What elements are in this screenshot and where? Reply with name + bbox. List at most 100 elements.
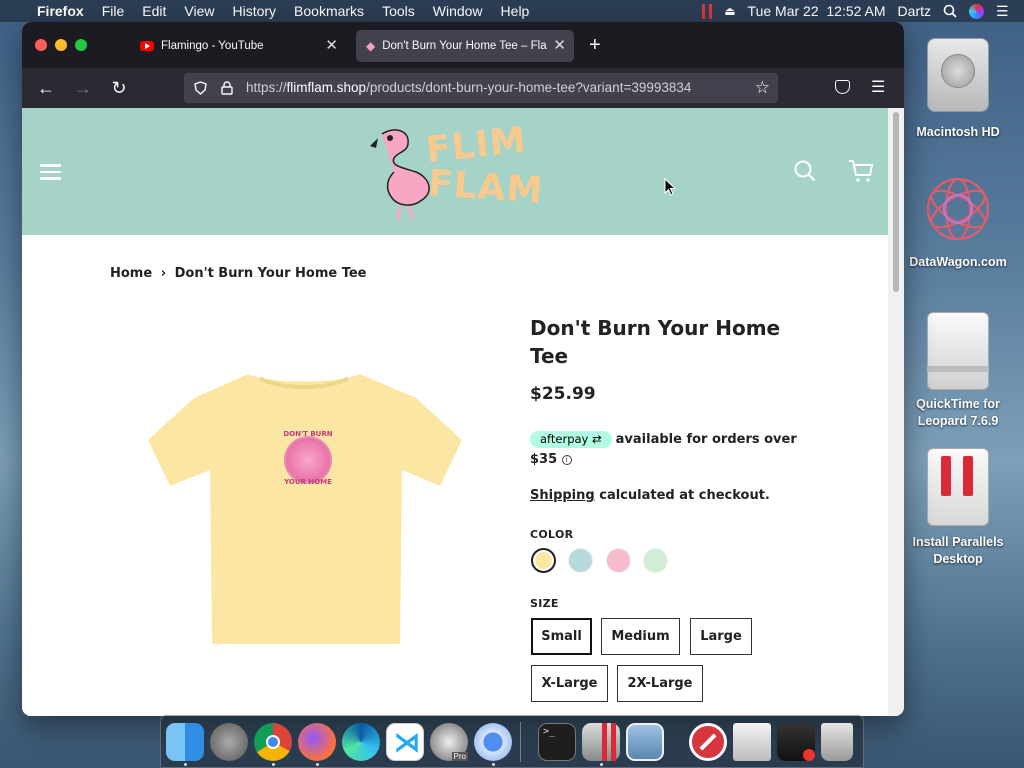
desktop-icon-parallels[interactable]: Install Parallels Desktop — [903, 444, 1013, 568]
search-icon[interactable] — [794, 160, 816, 182]
blocker-icon[interactable] — [689, 723, 727, 761]
menu-bar: Firefox File Edit View History Bookmarks… — [0, 0, 1024, 22]
close-tab-icon[interactable]: ✕ — [551, 36, 566, 56]
menu-tools[interactable]: Tools — [373, 0, 424, 22]
tracking-protection-shield-icon[interactable] — [194, 81, 207, 95]
breadcrumb-separator: › — [160, 266, 167, 281]
desktop-icon-label: Macintosh HD — [916, 125, 1000, 139]
url-text[interactable]: https://flimflam.shop/products/dont-burn… — [246, 73, 746, 103]
minimize-window-button[interactable] — [55, 39, 67, 51]
app-menu-icon[interactable]: ☰ — [871, 77, 885, 97]
size-2xlarge-button[interactable]: 2X-Large — [617, 665, 703, 702]
terminal-icon[interactable]: >_ — [538, 723, 576, 761]
info-icon[interactable]: i — [561, 455, 572, 465]
breadcrumb-home-link[interactable]: Home — [110, 266, 152, 281]
shirt-graphic — [284, 436, 332, 484]
desktop-icon-quicktime[interactable]: QuickTime for Leopard 7.6.9 — [903, 306, 1013, 430]
shipping-link[interactable]: Shipping — [530, 488, 595, 503]
app-menu[interactable]: Firefox — [28, 0, 93, 22]
shipping-info: Shipping calculated at checkout. — [530, 488, 770, 503]
shirt-print-top: DON'T BURN — [283, 430, 333, 438]
menu-edit[interactable]: Edit — [133, 0, 175, 22]
tab-youtube[interactable]: Flamingo - YouTube ✕ — [130, 30, 346, 62]
menu-hamburger-icon[interactable] — [40, 160, 61, 184]
menu-file[interactable]: File — [93, 0, 134, 22]
dock: ⋊ Pro >_ — [160, 715, 864, 768]
size-medium-button[interactable]: Medium — [601, 618, 680, 655]
size-small-button[interactable]: Small — [531, 618, 592, 655]
running-indicator — [600, 763, 603, 766]
scrollbar-thumb[interactable] — [893, 112, 899, 292]
back-button[interactable]: ← — [34, 76, 58, 100]
desktop-icon-label: DataWagon.com — [909, 255, 1007, 269]
color-swatch-yellow[interactable] — [531, 548, 556, 573]
siri-icon[interactable] — [969, 3, 984, 19]
running-indicator — [184, 763, 187, 766]
chromium-icon[interactable] — [474, 723, 512, 761]
parallels-dock-icon[interactable] — [582, 723, 620, 761]
datawagon-icon — [921, 168, 995, 250]
user-menu[interactable]: Dartz — [898, 3, 931, 19]
chrome-icon[interactable] — [254, 723, 292, 761]
shirt-print-bottom: YOUR HOME — [284, 478, 332, 486]
afterpay-amount: $35 — [530, 452, 558, 467]
launchpad-icon[interactable] — [210, 723, 248, 761]
color-swatch-green[interactable] — [643, 548, 668, 573]
afterpay-badge[interactable]: afterpay ⇄ — [530, 431, 612, 448]
archive-icon[interactable] — [733, 723, 771, 761]
vscode-icon[interactable]: ⋊ — [386, 723, 424, 761]
desktop-icon-datawagon[interactable]: DataWagon.com — [903, 168, 1013, 271]
menu-help[interactable]: Help — [492, 0, 539, 22]
color-swatch-blue[interactable] — [568, 548, 593, 573]
utility-icon[interactable] — [777, 723, 815, 761]
menu-history[interactable]: History — [223, 0, 285, 22]
tab-flimflam[interactable]: ◆ Don't Burn Your Home Tee – Fla ✕ — [356, 30, 574, 62]
preview-icon[interactable] — [626, 723, 664, 761]
lock-icon[interactable] — [221, 81, 233, 95]
tab-title: Flamingo - YouTube — [161, 40, 264, 52]
bookmark-star-icon[interactable]: ☆ — [755, 73, 770, 103]
size-large-button[interactable]: Large — [690, 618, 752, 655]
menu-bookmarks[interactable]: Bookmarks — [285, 0, 373, 22]
control-center-icon[interactable]: ☰ — [996, 4, 1012, 18]
clock[interactable]: Tue Mar 22 12:52 AM — [748, 3, 886, 19]
product-price: $25.99 — [530, 384, 596, 404]
site-logo[interactable]: FLIM FLAM — [364, 120, 545, 222]
pro-app-icon[interactable]: Pro — [430, 723, 468, 761]
running-indicator — [316, 763, 319, 766]
page-scrollbar[interactable] — [888, 108, 904, 716]
desktop-icon-macintosh-hd[interactable]: Macintosh HD — [903, 32, 1013, 141]
youtube-icon — [140, 41, 154, 51]
breadcrumb: Home › Don't Burn Your Home Tee — [110, 266, 366, 281]
navigation-toolbar: ← → ↻ https://flimflam.shop/products/don… — [22, 68, 904, 108]
zoom-window-button[interactable] — [75, 39, 87, 51]
tab-title: Don't Burn Your Home Tee – Fla — [382, 40, 547, 52]
dock-separator — [520, 722, 521, 762]
color-swatch-pink[interactable] — [606, 548, 631, 573]
size-xlarge-button[interactable]: X-Large — [531, 665, 608, 702]
menu-window[interactable]: Window — [424, 0, 492, 22]
finder-icon[interactable] — [166, 723, 204, 761]
trash-icon[interactable] — [821, 723, 853, 761]
reload-button[interactable]: ↻ — [107, 76, 131, 100]
url-bar[interactable]: https://flimflam.shop/products/dont-burn… — [184, 73, 778, 103]
browser-window: Flamingo - YouTube ✕ ◆ Don't Burn Your H… — [22, 22, 904, 716]
new-tab-button[interactable]: + — [589, 33, 601, 57]
spotlight-search-icon[interactable] — [943, 4, 957, 18]
site-header: FLIM FLAM — [22, 108, 888, 235]
menu-view[interactable]: View — [175, 0, 223, 22]
web-page: FLIM FLAM Home › Don't Burn Your Home Te… — [22, 108, 888, 716]
logo-text-flam: FLAM — [426, 163, 545, 212]
running-indicator — [272, 763, 275, 766]
close-tab-icon[interactable]: ✕ — [325, 36, 338, 56]
disk-image-icon — [923, 306, 993, 392]
cart-icon[interactable] — [848, 159, 874, 183]
forward-button[interactable]: → — [71, 76, 95, 100]
parallels-status-icon[interactable] — [702, 3, 713, 19]
pocket-icon[interactable] — [835, 80, 850, 94]
product-image[interactable]: DON'T BURN YOUR HOME — [148, 370, 462, 648]
firefox-icon[interactable] — [298, 723, 336, 761]
eject-icon[interactable]: ⏏ — [724, 4, 735, 18]
close-window-button[interactable] — [35, 39, 47, 51]
edge-icon[interactable] — [342, 723, 380, 761]
